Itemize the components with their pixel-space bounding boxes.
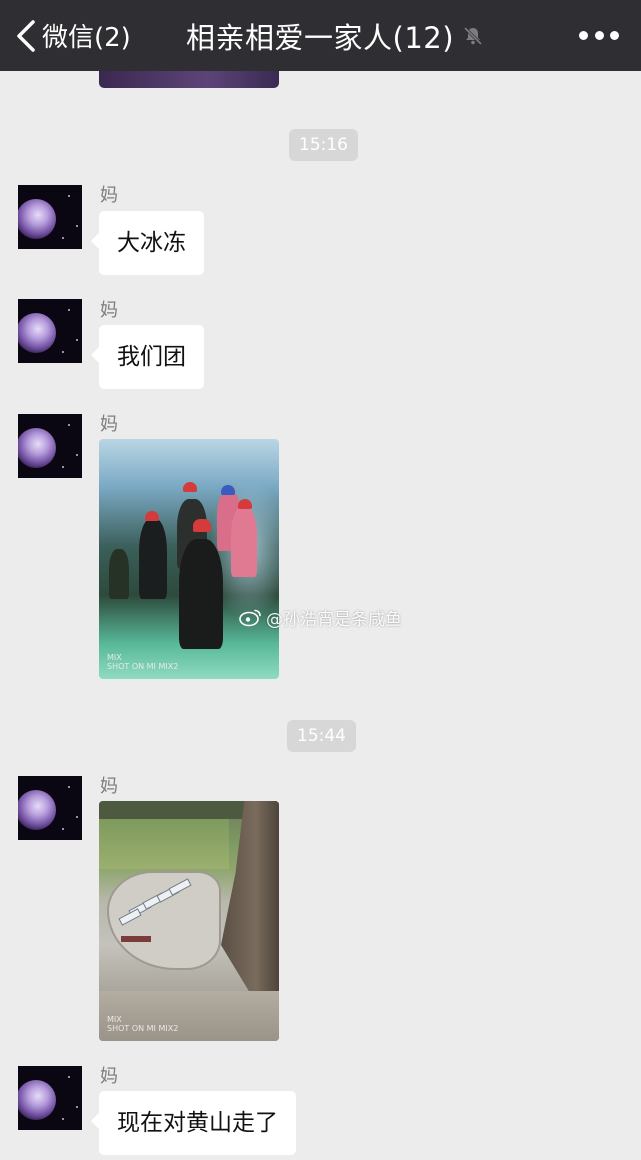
dot: [610, 30, 619, 40]
chevron-left-icon: [17, 19, 35, 52]
sender-name: 妈: [100, 185, 118, 206]
weibo-icon: [239, 609, 261, 627]
message-bubble[interactable]: 大冰冻: [91, 211, 204, 275]
sender-name: 妈: [100, 300, 118, 321]
bell-off-icon: [463, 26, 483, 45]
message-bubble[interactable]: 现在对黄山走了: [91, 1091, 296, 1155]
avatar[interactable]: [18, 299, 82, 363]
photo-corner-label: MIX SHOT ON MI MIX2: [107, 1015, 179, 1033]
timestamp: 15:44: [287, 720, 356, 752]
ice-cave-photo[interactable]: MIX SHOT ON MI MIX2: [99, 439, 279, 679]
more-dots-icon[interactable]: [579, 24, 619, 46]
valley-parking-photo[interactable]: MIX SHOT ON MI MIX2: [99, 801, 279, 1041]
dot: [594, 30, 604, 40]
avatar[interactable]: [18, 414, 82, 478]
chat-header: 微信(2) 相亲相爱一家人(12): [0, 0, 641, 71]
avatar[interactable]: [18, 185, 82, 249]
photo-corner-label: MIX SHOT ON MI MIX2: [107, 653, 179, 671]
message-bubble[interactable]: 我们团: [91, 325, 204, 389]
back-label: 微信(2): [42, 23, 131, 53]
avatar[interactable]: [18, 776, 82, 840]
sender-name: 妈: [100, 414, 118, 435]
timestamp: 15:16: [289, 129, 358, 161]
chat-title: 相亲相爱一家人(12): [186, 20, 455, 55]
back-button[interactable]: 微信(2): [14, 0, 131, 71]
weibo-watermark: @孙浩宵是条咸鱼: [239, 606, 402, 630]
avatar[interactable]: [18, 1066, 82, 1130]
sender-name: 妈: [100, 1066, 118, 1087]
chat-title-group: 相亲相爱一家人(12): [186, 0, 484, 71]
sender-name: 妈: [100, 776, 118, 797]
dot: [579, 30, 588, 40]
watermark-text: @孙浩宵是条咸鱼: [266, 609, 402, 630]
